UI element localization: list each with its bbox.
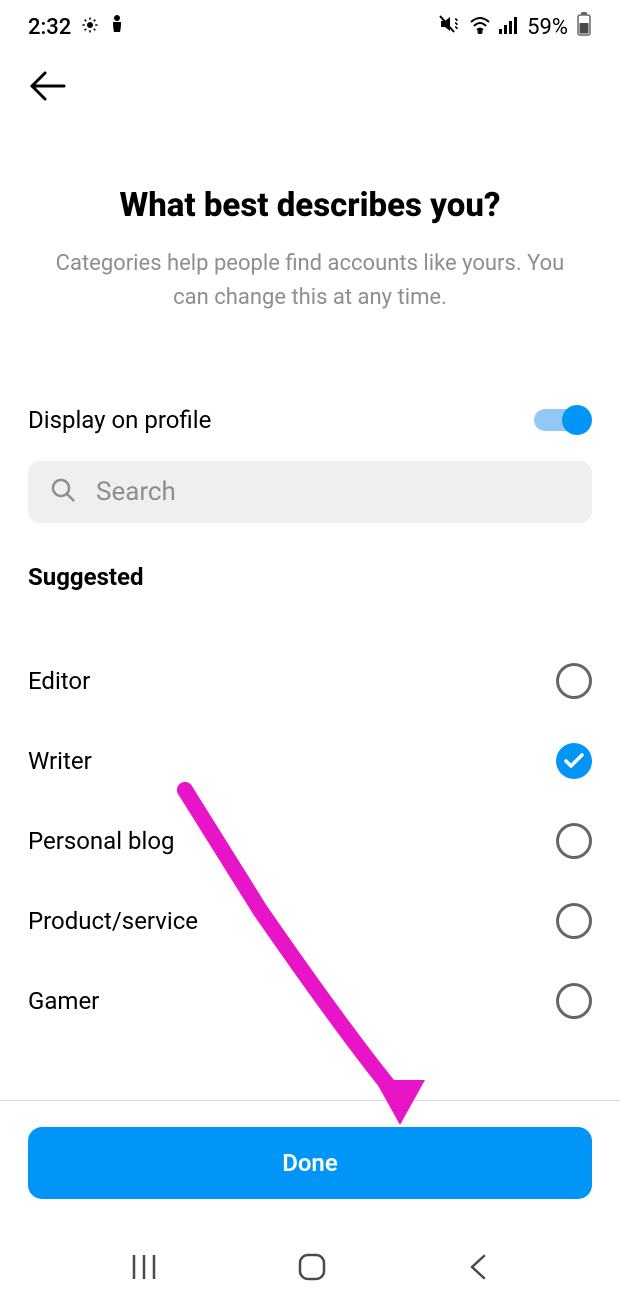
radio-unchecked-icon [556,823,592,859]
radio-checked-icon [556,743,592,779]
arrow-left-icon [28,87,68,106]
search-box[interactable] [28,461,592,523]
sun-icon [81,15,99,40]
category-item-personal-blog[interactable]: Personal blog [0,801,620,881]
category-label: Gamer [28,987,99,1015]
search-icon [50,477,76,507]
recent-apps-button[interactable] [130,1253,158,1285]
category-item-gamer[interactable]: Gamer [0,961,620,1041]
separator [0,1100,620,1101]
status-left: 2:32 [28,14,125,40]
status-right: 59% [439,12,592,42]
battery-icon [576,12,592,42]
android-nav-bar [0,1229,620,1309]
radio-unchecked-icon [556,663,592,699]
radio-unchecked-icon [556,903,592,939]
page-title: What best describes you? [0,186,620,225]
wifi-icon [469,15,491,40]
category-label: Product/service [28,907,198,935]
display-on-profile-label: Display on profile [28,406,211,434]
category-item-writer[interactable]: Writer [0,721,620,801]
search-input[interactable] [96,477,570,507]
category-label: Writer [28,747,92,775]
radio-unchecked-icon [556,983,592,1019]
page-subtitle: Categories help people find accounts lik… [0,247,620,315]
mute-vibrate-icon [439,14,461,40]
battery-percent: 59% [527,15,568,40]
home-button[interactable] [297,1252,327,1286]
done-button[interactable]: Done [28,1127,592,1199]
status-time: 2:32 [28,15,71,40]
person-icon [109,14,125,40]
back-button[interactable] [0,50,620,116]
signal-icon [499,15,519,40]
category-item-product-service[interactable]: Product/service [0,881,620,961]
category-list: Editor Writer Personal blog Product/serv… [0,641,620,1041]
suggested-header: Suggested [0,563,620,591]
back-nav-button[interactable] [466,1253,490,1285]
display-on-profile-toggle[interactable] [532,405,592,435]
category-label: Personal blog [28,827,175,855]
category-item-editor[interactable]: Editor [0,641,620,721]
status-bar: 2:32 59% [0,0,620,50]
category-label: Editor [28,667,90,695]
display-on-profile-row: Display on profile [0,405,620,435]
